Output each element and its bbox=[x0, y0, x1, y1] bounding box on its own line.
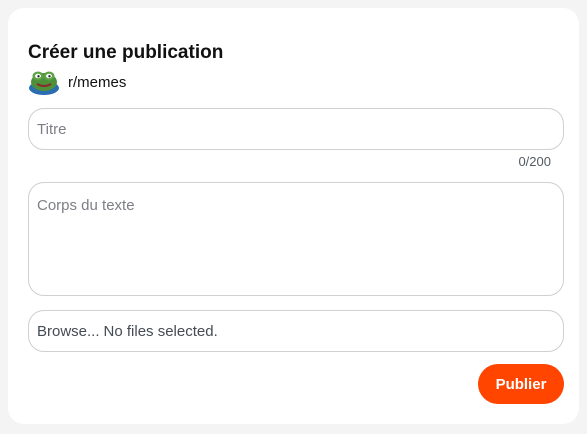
file-upload-input[interactable]: Browse... No files selected. bbox=[28, 310, 564, 352]
page-title: Créer une publication bbox=[28, 42, 224, 63]
create-post-card: Créer une publication r/memes 0/200 Brow… bbox=[8, 8, 579, 424]
file-status: No files selected. bbox=[103, 322, 218, 340]
frog-avatar-icon bbox=[29, 71, 59, 95]
community-selector[interactable]: r/memes bbox=[28, 69, 126, 95]
publish-button[interactable]: Publier bbox=[478, 364, 564, 404]
title-character-counter: 0/200 bbox=[518, 154, 551, 169]
browse-button-label[interactable]: Browse... bbox=[37, 323, 100, 340]
body-textarea[interactable] bbox=[28, 182, 564, 296]
community-name: r/memes bbox=[68, 73, 127, 91]
title-input[interactable] bbox=[28, 108, 564, 150]
